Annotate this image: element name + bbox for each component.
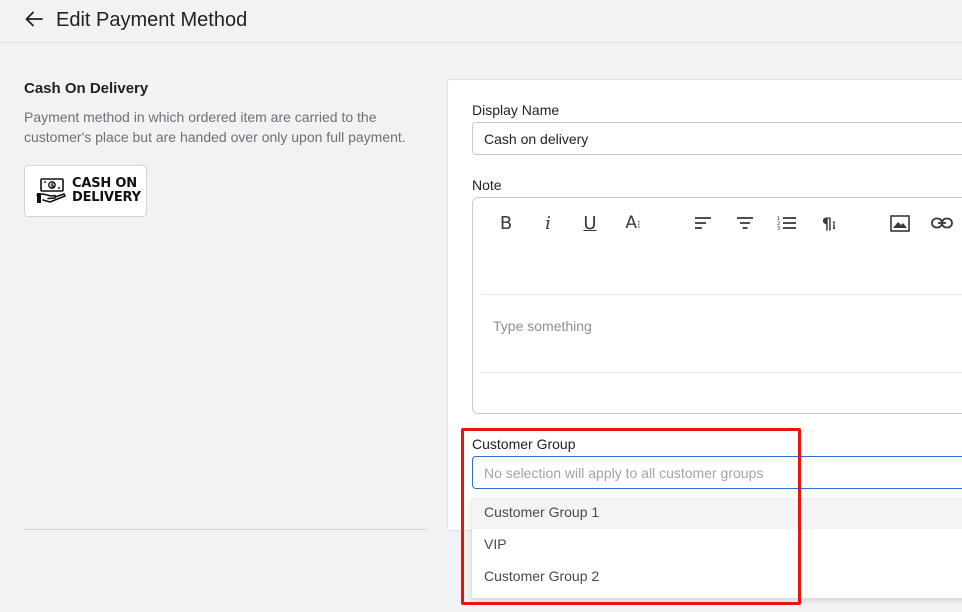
- paragraph-icon: ¶⁝: [821, 213, 837, 233]
- display-name-label: Display Name: [472, 102, 560, 118]
- page-title: Edit Payment Method: [56, 9, 248, 31]
- svg-text:3: 3: [777, 226, 780, 231]
- font-size-button[interactable]: A⁝: [620, 211, 646, 235]
- customer-group-select[interactable]: No selection will apply to all customer …: [472, 456, 962, 489]
- bold-icon: B: [499, 212, 513, 234]
- back-button[interactable]: [22, 8, 46, 30]
- paragraph-button[interactable]: ¶⁝: [816, 211, 842, 235]
- editor-divider: [481, 372, 962, 373]
- editor-divider: [481, 294, 962, 295]
- logo-text: CASH ON DELIVERY: [72, 176, 141, 205]
- display-name-input[interactable]: Cash on delivery: [472, 122, 962, 155]
- dropdown-option[interactable]: Customer Group 2: [472, 561, 962, 593]
- image-icon: [890, 214, 910, 232]
- dropdown-option[interactable]: VIP: [472, 529, 962, 561]
- bold-button[interactable]: B: [493, 211, 519, 235]
- left-divider: [24, 529, 427, 530]
- cash-hand-icon: $: [36, 178, 66, 203]
- note-label: Note: [472, 177, 502, 193]
- align-left-icon: [695, 217, 711, 229]
- payment-method-logo: $ CASH ON DELIVERY: [24, 165, 147, 217]
- ordered-list-button[interactable]: 1 2 3: [774, 211, 800, 235]
- payment-method-description: Payment method in which ordered item are…: [24, 109, 406, 145]
- image-button[interactable]: [887, 211, 913, 235]
- dropdown-option[interactable]: Customer Group 1: [472, 497, 962, 529]
- underline-icon: U: [583, 212, 597, 234]
- customer-group-label: Customer Group: [472, 436, 576, 452]
- align-center-icon: [737, 217, 753, 229]
- font-size-icon: A⁝: [625, 213, 641, 233]
- page-header: Edit Payment Method: [0, 0, 962, 43]
- italic-button[interactable]: i: [535, 211, 561, 235]
- underline-button[interactable]: U: [577, 211, 603, 235]
- payment-method-name: Cash On Delivery: [24, 80, 149, 97]
- svg-text:$: $: [50, 182, 54, 189]
- link-button[interactable]: [929, 211, 955, 235]
- ordered-list-icon: 1 2 3: [777, 216, 796, 231]
- note-editor-input[interactable]: Type something: [493, 318, 592, 334]
- align-center-button[interactable]: [732, 211, 758, 235]
- italic-icon: i: [545, 212, 551, 234]
- align-left-button[interactable]: [690, 211, 716, 235]
- link-icon: [931, 217, 953, 229]
- arrow-left-icon: [25, 11, 43, 27]
